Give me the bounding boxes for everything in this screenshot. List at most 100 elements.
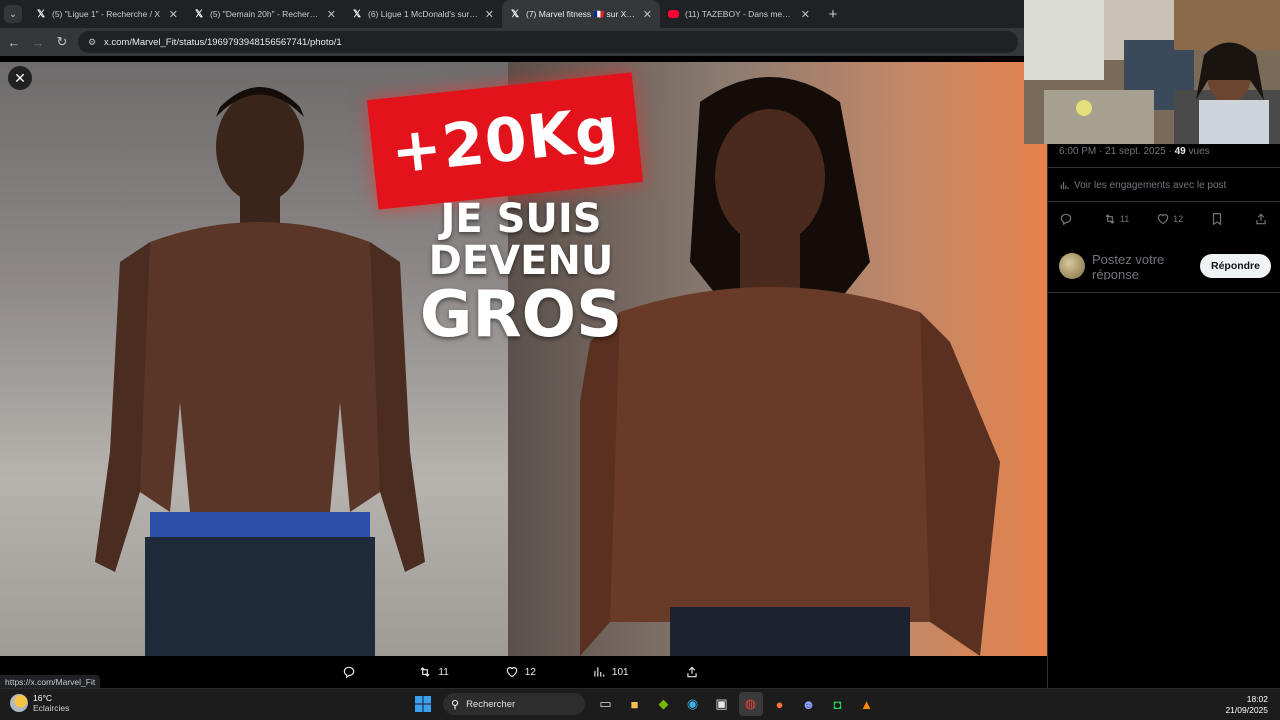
url-text: x.com/Marvel_Fit/status/1969793948156567…: [104, 36, 342, 48]
share-button[interactable]: [1254, 212, 1271, 226]
divider: [1048, 201, 1280, 202]
x-logo-icon: 𝕏: [510, 8, 520, 20]
headline-text: +20Kg: [387, 94, 623, 188]
microsoft-store-icon[interactable]: ▣: [710, 692, 734, 716]
temperature: 16°C: [33, 693, 52, 703]
views-button[interactable]: 101: [592, 665, 629, 679]
share-icon: [1256, 213, 1266, 225]
forward-arrow-icon[interactable]: →: [26, 30, 50, 54]
post-detail-panel: 6:00 PM · 21 sept. 2025 · 49 vues Voir l…: [1047, 56, 1280, 688]
site-info-icon[interactable]: ⚙: [86, 36, 98, 48]
partly-cloudy-icon: [10, 694, 28, 712]
weather-condition: Eclaircies: [33, 703, 70, 713]
tab-demain-search[interactable]: 𝕏 (5) "Demain 20h" - Recherche / X ✕: [186, 0, 344, 28]
reply-icon: [1060, 213, 1072, 226]
like-button[interactable]: 12: [505, 665, 536, 679]
windows-start-icon[interactable]: [411, 692, 435, 716]
bulked-man-figure: [580, 77, 1000, 656]
bar-chart-icon: [594, 667, 605, 677]
taskbar-search-input[interactable]: ⚲ Rechercher: [443, 693, 585, 715]
clock-time: 18:02: [1246, 694, 1268, 704]
repost-icon: [420, 667, 430, 677]
close-tab-icon[interactable]: ✕: [801, 8, 810, 21]
tab-title: (5) "Ligue 1" - Recherche / X: [52, 9, 161, 19]
vlc-icon[interactable]: ▲: [855, 692, 879, 716]
tab-title: (7) Marvel fitness 🇫🇷 sur X : "« Je: [526, 8, 637, 19]
chrome-browser-icon[interactable]: ◍: [738, 692, 763, 716]
reply-button[interactable]: [1059, 212, 1076, 226]
tab-title: (5) "Demain 20h" - Recherche / X: [210, 9, 321, 19]
repost-button[interactable]: 11: [1103, 212, 1129, 226]
close-tab-icon[interactable]: ✕: [327, 8, 336, 21]
webcam-feed: [1024, 0, 1280, 144]
close-tab-icon[interactable]: ✕: [643, 8, 652, 21]
firefox-icon[interactable]: ●: [768, 692, 792, 716]
post-photo: +20Kg JE SUIS DEVENU GROS: [0, 62, 1047, 656]
close-tab-icon[interactable]: ✕: [485, 8, 494, 21]
view-count: 101: [611, 666, 629, 678]
share-icon: [686, 666, 697, 678]
repost-icon: [1105, 214, 1115, 224]
webcam-overlay: [1024, 0, 1280, 144]
close-tab-icon[interactable]: ✕: [169, 8, 178, 21]
divider: [1048, 167, 1280, 168]
search-placeholder: Rechercher: [466, 698, 516, 710]
discord-icon[interactable]: ☻: [797, 692, 821, 716]
tab-title: (11) TAZEBOY - Dans mes bails: [685, 9, 795, 19]
reply-icon: [344, 666, 355, 679]
tab-marvel-fitness[interactable]: 𝕏 (7) Marvel fitness 🇫🇷 sur X : "« Je ✕: [502, 0, 660, 28]
heart-icon: [1157, 214, 1169, 225]
divider: [1048, 292, 1280, 293]
tab-ligue1-search[interactable]: 𝕏 (5) "Ligue 1" - Recherche / X ✕: [28, 0, 186, 28]
x-logo-icon: 𝕏: [194, 8, 204, 20]
post-action-bar: 11 12: [1059, 212, 1271, 226]
tab-mcdonalds-post[interactable]: 𝕏 (6) Ligue 1 McDonald's sur X : " ✕: [344, 0, 502, 28]
close-viewer-button[interactable]: ✕: [8, 66, 32, 90]
like-count: 12: [1173, 214, 1184, 224]
reply-button[interactable]: [342, 665, 362, 679]
tab-title: (6) Ligue 1 McDonald's sur X : ": [368, 9, 479, 19]
taskbar-apps: ⚲ Rechercher ▭ ■ ◆ ◉ ▣ ◍ ● ☻ ◘ ▲: [408, 692, 881, 716]
like-count: 12: [524, 666, 536, 678]
bar-chart-icon: [1060, 181, 1069, 190]
task-view-icon[interactable]: ▭: [594, 692, 618, 716]
post-timestamp: 6:00 PM · 21 sept. 2025 · 49 vues: [1059, 146, 1210, 157]
view-engagements-link[interactable]: Voir les engagements avec le post: [1059, 180, 1226, 191]
repost-count: 11: [438, 666, 449, 678]
bookmark-icon: [1212, 213, 1222, 226]
tab-search-button[interactable]: ⌄: [4, 5, 22, 23]
windows-taskbar: 16°C Eclaircies ⚲ Rechercher ▭ ■ ◆ ◉ ▣ ◍…: [0, 688, 1280, 720]
back-arrow-icon[interactable]: ←: [2, 30, 26, 54]
viewer-action-bar: 11 12 101: [0, 658, 1047, 686]
tagline-line-1: JE SUIS: [440, 196, 602, 242]
reload-icon[interactable]: ↻: [50, 30, 74, 54]
avatar: [1059, 253, 1085, 279]
repost-button[interactable]: 11: [418, 665, 449, 679]
x-logo-icon: 𝕏: [352, 8, 362, 20]
search-icon: ⚲: [451, 698, 460, 711]
youtube-logo-icon: [668, 10, 679, 18]
reply-composer: Postez votre réponse Répondre: [1059, 246, 1271, 286]
photo-viewer: +20Kg JE SUIS DEVENU GROS ✕ 11 12 101: [0, 56, 1047, 688]
file-explorer-icon[interactable]: ■: [623, 692, 647, 716]
like-button[interactable]: 12: [1156, 212, 1183, 226]
app-launcher-icon[interactable]: ◘: [826, 692, 850, 716]
heart-icon: [506, 667, 518, 678]
system-clock[interactable]: 18:02 21/09/2025: [1225, 694, 1268, 716]
weather-widget[interactable]: 16°C Eclaircies: [10, 693, 69, 713]
tab-tazeboy-youtube[interactable]: (11) TAZEBOY - Dans mes bails ✕: [660, 0, 818, 28]
address-bar[interactable]: ⚙ x.com/Marvel_Fit/status/19697939481565…: [78, 31, 1018, 53]
share-button[interactable]: [685, 665, 705, 679]
tagline-line-3: GROS: [419, 278, 623, 352]
reply-submit-button[interactable]: Répondre: [1199, 254, 1271, 278]
clock-date: 21/09/2025: [1225, 705, 1268, 715]
new-tab-button[interactable]: +: [824, 5, 842, 23]
edge-browser-icon[interactable]: ◉: [681, 692, 705, 716]
nvidia-icon[interactable]: ◆: [652, 692, 676, 716]
post-view-count: 49: [1174, 146, 1186, 157]
reply-input[interactable]: Postez votre réponse: [1092, 252, 1192, 280]
bookmark-button[interactable]: [1210, 212, 1227, 226]
engagements-text: Voir les engagements avec le post: [1074, 180, 1227, 191]
post-date: 6:00 PM · 21 sept. 2025 ·: [1059, 146, 1175, 157]
repost-count: 11: [1119, 214, 1130, 224]
